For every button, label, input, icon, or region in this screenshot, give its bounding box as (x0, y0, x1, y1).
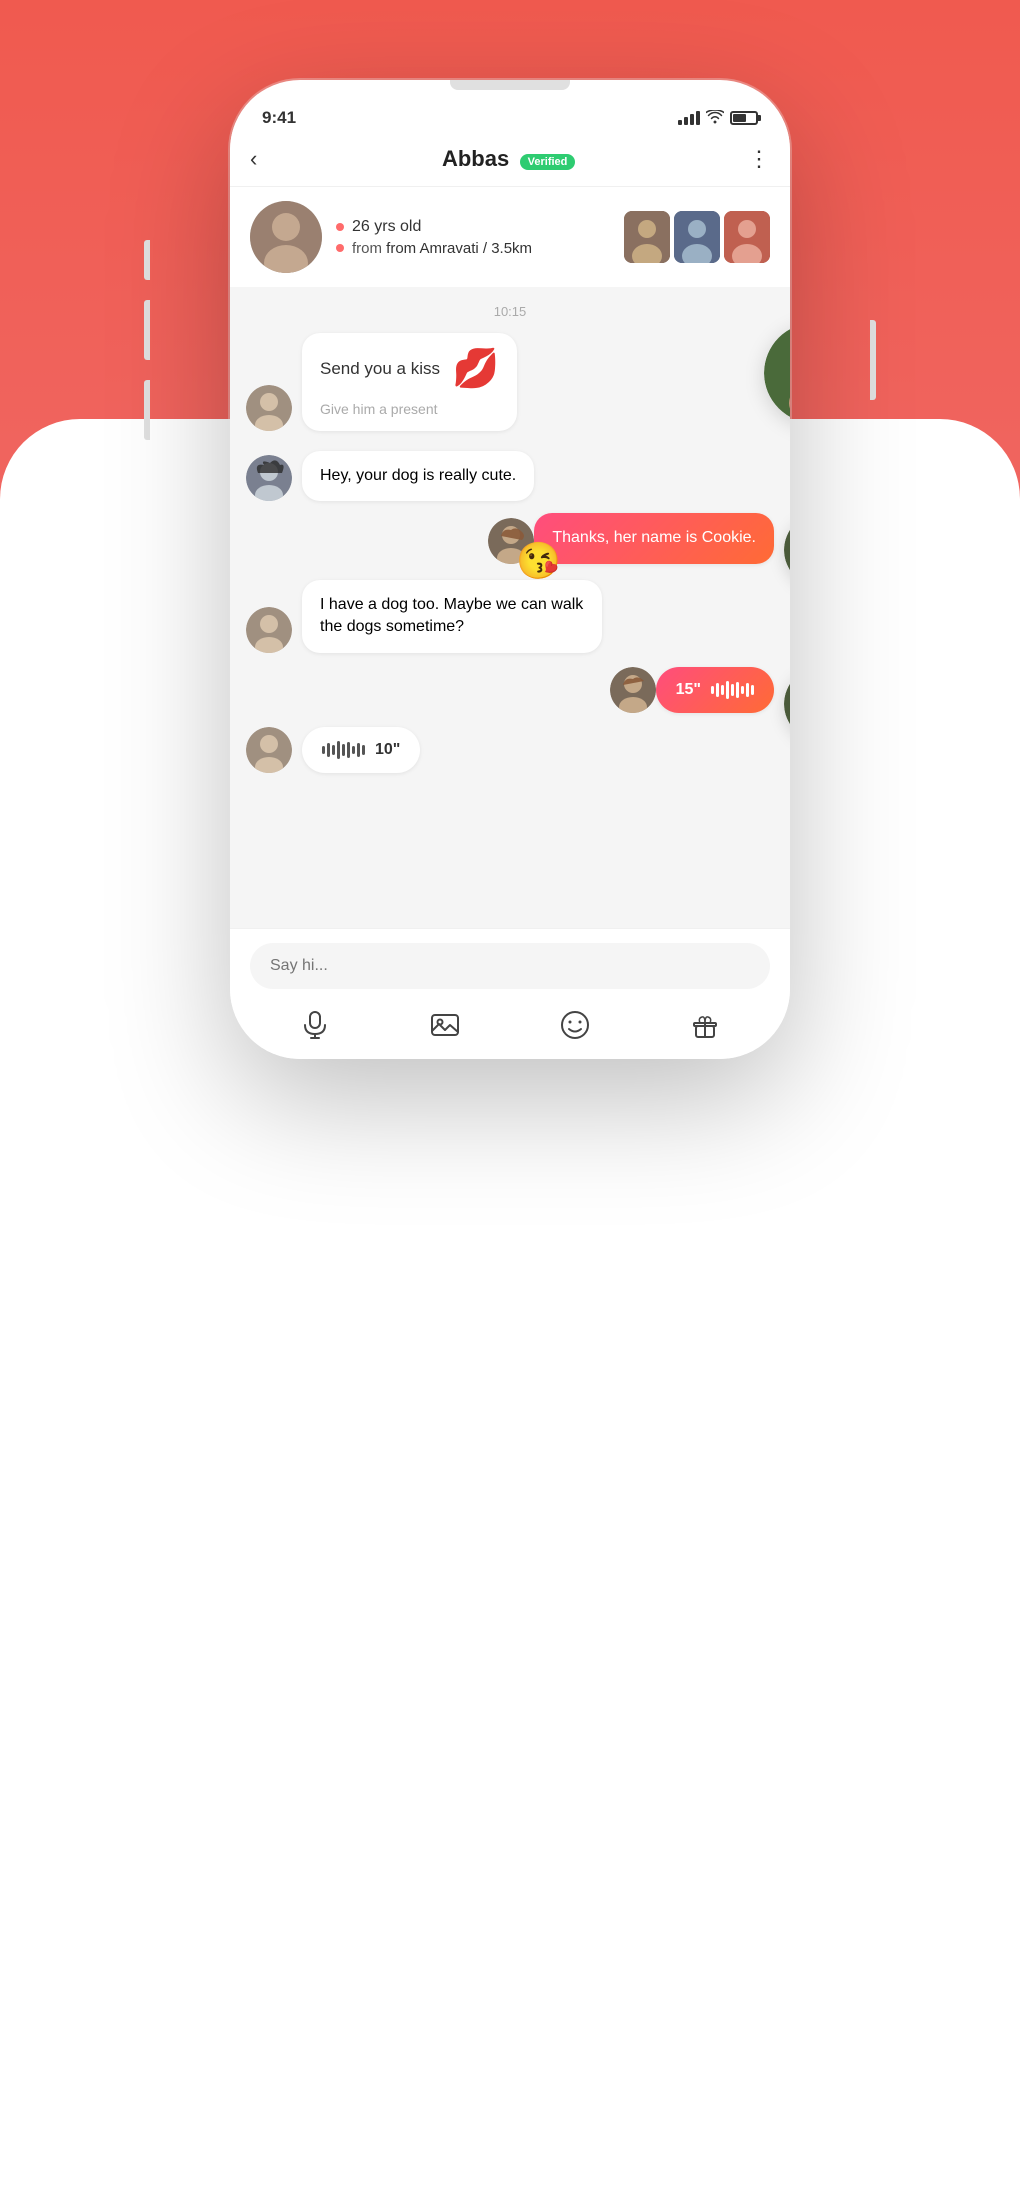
message-row: Hey, your dog is really cute. (246, 451, 774, 501)
wifi-icon (706, 110, 724, 127)
image-button[interactable] (425, 1005, 465, 1045)
more-button[interactable]: ⋮ (748, 146, 770, 172)
message-text-3: I have a dog too. Maybe we can walk the … (320, 596, 583, 635)
sender-avatar-4 (246, 727, 292, 773)
message-row: 10" (246, 727, 774, 773)
contact-name: Abbas (442, 146, 509, 171)
float-avatar-2 (784, 513, 790, 587)
signal-icon (678, 111, 700, 125)
profile-age-text: 26 yrs old (352, 218, 421, 236)
photo-thumbnails[interactable] (624, 211, 770, 263)
thumbnail-3[interactable] (724, 211, 770, 263)
location-dot (336, 244, 344, 252)
profile-info: 26 yrs old from from Amravati / 3.5km (336, 218, 624, 257)
voice-duration-outgoing: 15" (676, 681, 701, 699)
kiss-message-bubble: Send you a kiss 💋 Give him a present (302, 333, 517, 431)
sender-avatar-outgoing-2 (610, 667, 656, 713)
incoming-voice-bubble[interactable]: 10" (302, 727, 420, 773)
gift-button[interactable] (685, 1005, 725, 1045)
profile-section: 26 yrs old from from Amravati / 3.5km (230, 187, 790, 288)
phone-side-button-2 (144, 300, 150, 360)
message-row: Thanks, her name is Cookie. 😘 (246, 513, 774, 563)
chat-timestamp: 10:15 (246, 304, 774, 319)
message-text-2: Thanks, her name is Cookie. (552, 529, 756, 546)
thumbnail-1[interactable] (624, 211, 670, 263)
outgoing-voice-bubble[interactable]: 15" (656, 667, 774, 713)
verified-badge: Verified (520, 154, 576, 170)
kiss-top: Send you a kiss 💋 (320, 347, 499, 391)
header-title: Abbas Verified (269, 146, 748, 172)
chat-input-area (230, 928, 790, 1059)
status-bar: 9:41 (230, 94, 790, 136)
waveform-incoming (322, 741, 365, 759)
sender-avatar-2 (246, 455, 292, 501)
status-time: 9:41 (262, 108, 296, 128)
kiss-emoji: 💋 (452, 347, 499, 391)
voice-duration-incoming: 10" (375, 741, 400, 759)
phone-side-button-3 (144, 380, 150, 440)
present-text: Give him a present (320, 401, 499, 417)
sender-avatar-3 (246, 607, 292, 653)
thumbnail-2[interactable] (674, 211, 720, 263)
waveform-outgoing (711, 681, 754, 699)
float-avatar-1 (764, 323, 790, 423)
profile-avatar (250, 201, 322, 273)
profile-location-row: from from Amravati / 3.5km (336, 240, 624, 257)
phone-side-button-right (870, 320, 876, 400)
input-actions (250, 1005, 770, 1045)
back-button[interactable]: ‹ (250, 146, 257, 172)
incoming-text-bubble-1: Hey, your dog is really cute. (302, 451, 534, 501)
emoji-button[interactable] (555, 1005, 595, 1045)
phone-screen: 9:41 (230, 80, 790, 1059)
kissy-emoji-overlay: 😘 (516, 540, 561, 582)
phone-mockup: 9:41 (150, 80, 870, 1059)
age-dot (336, 223, 344, 231)
profile-age-row: 26 yrs old (336, 218, 624, 236)
message-row: 15" (246, 667, 774, 713)
chat-area: 10:15 Send you a kiss (230, 288, 790, 928)
float-avatar-3 (784, 667, 790, 741)
message-row: Send you a kiss 💋 Give him a present (246, 333, 774, 431)
status-icons (678, 110, 758, 127)
mic-button[interactable] (295, 1005, 335, 1045)
battery-icon (730, 111, 758, 125)
profile-location-text: from from Amravati / 3.5km (352, 240, 532, 257)
message-input[interactable] (250, 943, 770, 989)
outgoing-text-bubble-1: Thanks, her name is Cookie. 😘 (534, 513, 774, 563)
phone-notch (450, 80, 570, 90)
chat-header: ‹ Abbas Verified ⋮ (230, 136, 790, 187)
message-text-1: Hey, your dog is really cute. (320, 467, 516, 484)
incoming-text-bubble-2: I have a dog too. Maybe we can walk the … (302, 580, 602, 653)
phone-side-button-1 (144, 240, 150, 280)
kiss-message-content: Send you a kiss 💋 Give him a present (320, 347, 499, 417)
kiss-text: Send you a kiss (320, 359, 440, 379)
sender-avatar (246, 385, 292, 431)
message-row: I have a dog too. Maybe we can walk the … (246, 580, 774, 653)
